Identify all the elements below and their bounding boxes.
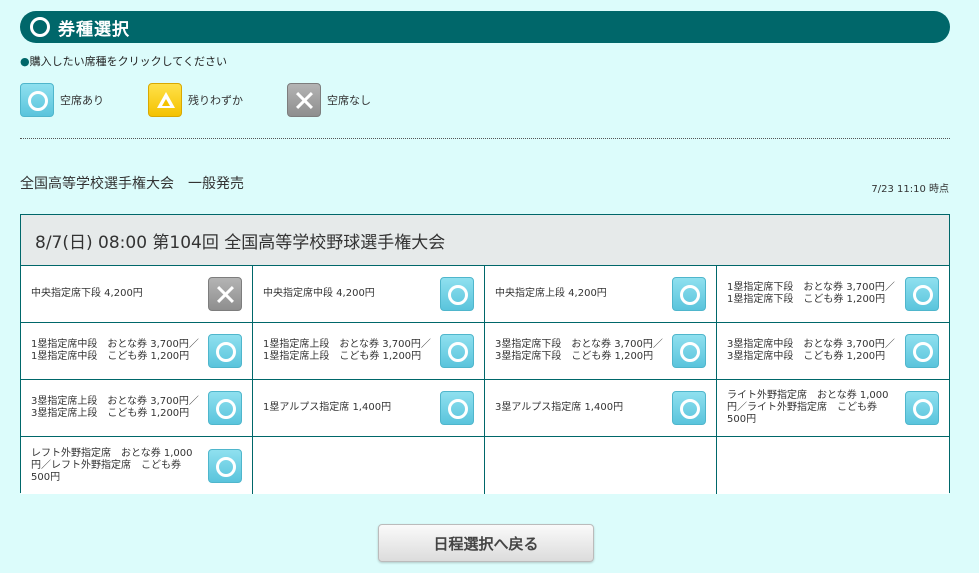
legend-label: 残りわずか (188, 94, 243, 107)
seat-name: 3塁指定席下段 おとな券 3,700円／3塁指定席下段 こども券 1,200円 (495, 339, 663, 362)
seat-option[interactable]: 3塁アルプス指定席 1,400円 (485, 380, 717, 437)
performance-heading: 8/7(日) 08:00 第104回 全国高等学校野球選手権大会 (21, 215, 949, 266)
cross-icon (208, 277, 242, 311)
circle-icon[interactable] (905, 277, 939, 311)
bullet-icon: ● (20, 55, 30, 68)
seat-panel: 8/7(日) 08:00 第104回 全国高等学校野球選手権大会 中央指定席下段… (20, 214, 950, 494)
event-title: 全国高等学校選手権大会 一般発売 (20, 176, 244, 192)
instruction-text: ●購入したい席種をクリックしてください (20, 55, 227, 68)
seat-name: 3塁アルプス指定席 1,400円 (495, 402, 624, 413)
seat-name: 1塁指定席下段 おとな券 3,700円／1塁指定席下段 こども券 1,200円 (727, 282, 895, 305)
cross-icon (287, 83, 321, 117)
circle-icon[interactable] (672, 277, 706, 311)
circle-icon[interactable] (672, 391, 706, 425)
seat-option[interactable]: 中央指定席上段 4,200円 (485, 266, 717, 323)
circle-icon[interactable] (208, 448, 242, 483)
seat-name: 1塁アルプス指定席 1,400円 (263, 402, 392, 413)
legend-label: 空席あり (60, 94, 104, 107)
seat-name: 3塁指定席上段 おとな券 3,700円／3塁指定席上段 こども券 1,200円 (31, 396, 199, 419)
circle-icon[interactable] (440, 391, 474, 425)
circle-icon[interactable] (672, 334, 706, 368)
seat-option[interactable]: 中央指定席中段 4,200円 (253, 266, 485, 323)
legend-label: 空席なし (327, 94, 371, 107)
legend-sold-out: 空席なし (287, 82, 371, 118)
seat-name: 1塁指定席中段 おとな券 3,700円／1塁指定席中段 こども券 1,200円 (31, 339, 199, 362)
circle-icon[interactable] (208, 391, 242, 425)
seat-option[interactable]: ライト外野指定席 おとな券 1,000円／ライト外野指定席 こども券 500円 (717, 380, 949, 437)
divider (20, 138, 950, 139)
seat-name: 3塁指定席中段 おとな券 3,700円／3塁指定席中段 こども券 1,200円 (727, 339, 895, 362)
seat-name: レフト外野指定席 おとな券 1,000円／レフト外野指定席 こども券 500円 (31, 447, 193, 483)
seat-option[interactable]: 1塁指定席中段 おとな券 3,700円／1塁指定席中段 こども券 1,200円 (21, 323, 253, 380)
triangle-icon (148, 83, 182, 117)
back-to-schedule-button[interactable]: 日程選択へ戻る (378, 524, 594, 562)
empty-cell (717, 437, 949, 494)
seat-name: 1塁指定席上段 おとな券 3,700円／1塁指定席上段 こども券 1,200円 (263, 339, 431, 362)
seat-option[interactable]: 中央指定席下段 4,200円 (21, 266, 253, 323)
circle-icon[interactable] (208, 334, 242, 368)
seat-name: 中央指定席中段 4,200円 (263, 288, 375, 299)
seat-grid: 中央指定席下段 4,200円 中央指定席中段 4,200円 中央指定席上段 4,20… (21, 266, 949, 494)
circle-icon[interactable] (440, 334, 474, 368)
circle-icon[interactable] (905, 334, 939, 368)
seat-name: ライト外野指定席 おとな券 1,000円／ライト外野指定席 こども券 500円 (727, 390, 889, 425)
empty-cell (253, 437, 485, 494)
seat-option[interactable]: 1塁アルプス指定席 1,400円 (253, 380, 485, 437)
circle-icon (20, 83, 54, 117)
empty-cell (485, 437, 717, 494)
circle-icon (30, 17, 50, 37)
circle-icon[interactable] (905, 391, 939, 425)
timestamp: 7/23 11:10 時点 (871, 184, 949, 195)
circle-icon[interactable] (440, 277, 474, 311)
seat-option[interactable]: 3塁指定席下段 おとな券 3,700円／3塁指定席下段 こども券 1,200円 (485, 323, 717, 380)
seat-option[interactable]: 1塁指定席上段 おとな券 3,700円／1塁指定席上段 こども券 1,200円 (253, 323, 485, 380)
seat-option[interactable]: 3塁指定席中段 おとな券 3,700円／3塁指定席中段 こども券 1,200円 (717, 323, 949, 380)
seat-option[interactable]: 1塁指定席下段 おとな券 3,700円／1塁指定席下段 こども券 1,200円 (717, 266, 949, 323)
seat-name: 中央指定席上段 4,200円 (495, 288, 607, 299)
section-title: 券種選択 (58, 19, 130, 40)
seat-name: 中央指定席下段 4,200円 (31, 288, 143, 299)
legend-few: 残りわずか (148, 82, 243, 118)
legend-available: 空席あり (20, 82, 104, 118)
section-header: 券種選択 (20, 11, 950, 43)
seat-option[interactable]: 3塁指定席上段 おとな券 3,700円／3塁指定席上段 こども券 1,200円 (21, 380, 253, 437)
seat-option[interactable]: レフト外野指定席 おとな券 1,000円／レフト外野指定席 こども券 500円 (21, 437, 253, 494)
